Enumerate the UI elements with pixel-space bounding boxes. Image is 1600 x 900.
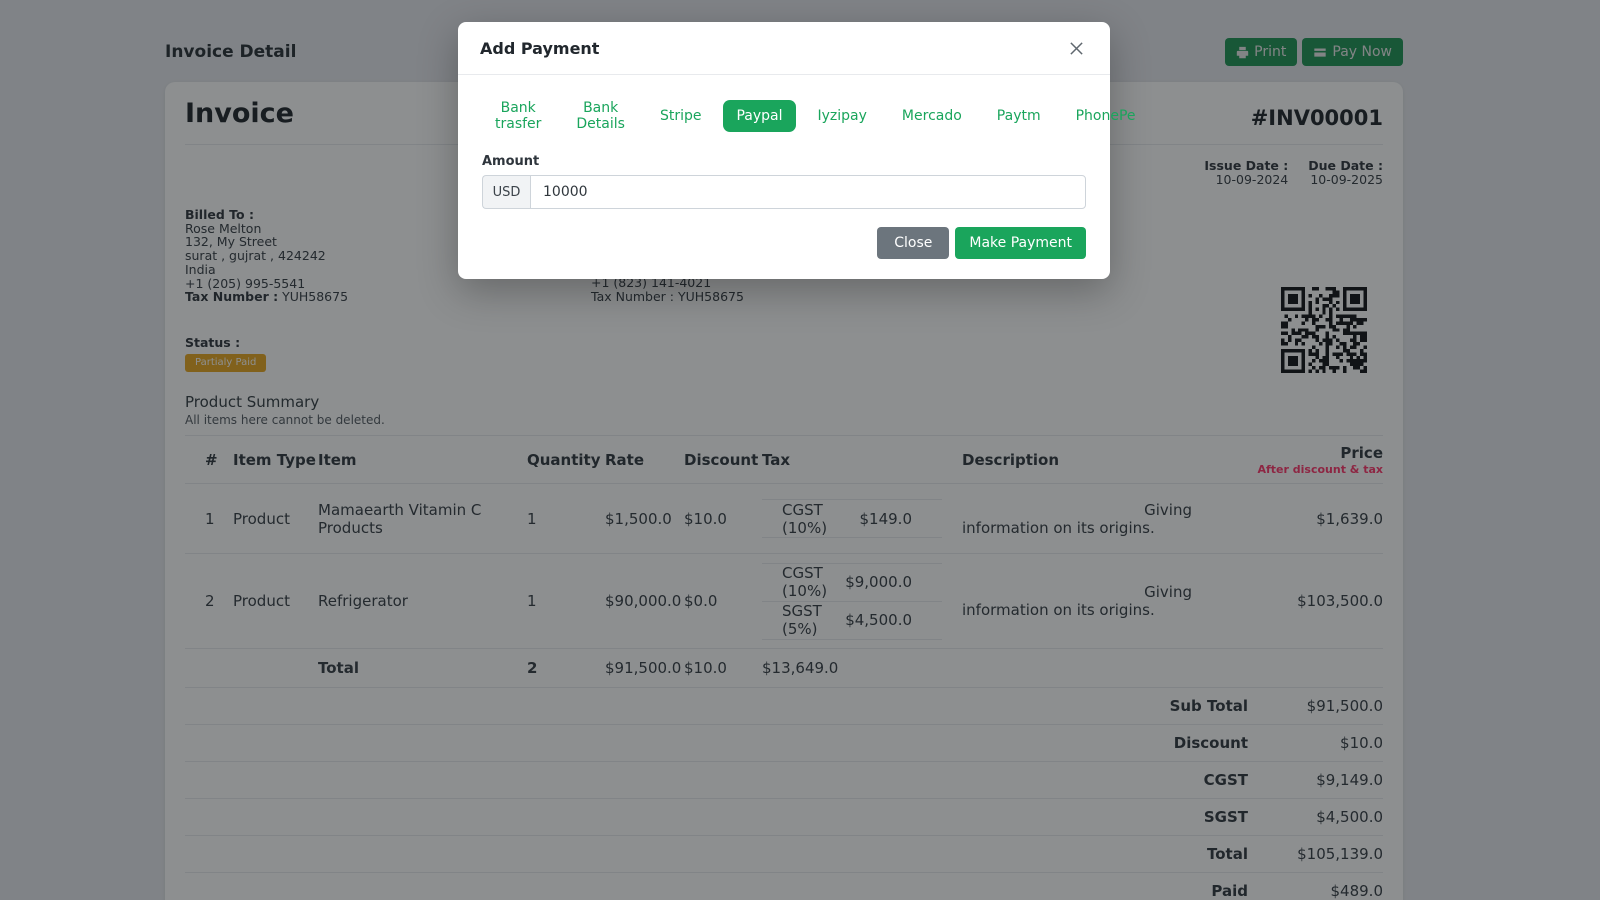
tab-mercado[interactable]: Mercado xyxy=(889,100,975,132)
make-payment-button[interactable]: Make Payment xyxy=(955,227,1086,259)
close-icon[interactable] xyxy=(1067,39,1086,58)
tab-stripe[interactable]: Stripe xyxy=(647,100,715,132)
currency-prefix: USD xyxy=(482,175,530,209)
amount-input[interactable] xyxy=(530,175,1086,209)
amount-label: Amount xyxy=(482,154,540,169)
close-button[interactable]: Close xyxy=(877,227,950,259)
tab-paypal[interactable]: Paypal xyxy=(723,100,796,132)
tab-phonepe[interactable]: PhonePe xyxy=(1063,100,1149,132)
tab-iyzipay[interactable]: Iyzipay xyxy=(805,100,880,132)
tab-bank-transfer[interactable]: Bank trasfer xyxy=(482,92,554,140)
payment-method-tabs: Bank trasfer Bank Details Stripe Paypal … xyxy=(482,92,1136,140)
tab-bank-details[interactable]: Bank Details xyxy=(563,92,638,140)
add-payment-modal: Add Payment Bank trasfer Bank Details St… xyxy=(458,22,1136,279)
modal-title: Add Payment xyxy=(480,39,600,58)
tab-paytm[interactable]: Paytm xyxy=(984,100,1054,132)
